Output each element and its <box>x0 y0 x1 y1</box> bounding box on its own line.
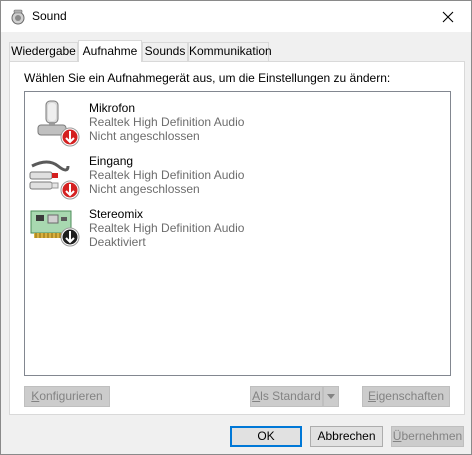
device-status: Nicht angeschlossen <box>89 182 200 196</box>
properties-accel: E <box>367 389 376 403</box>
instruction-text: Wählen Sie ein Aufnahmegerät aus, um die… <box>24 71 391 85</box>
tab-wiedergabe[interactable]: Wiedergabe <box>9 42 78 61</box>
window-title: Sound <box>32 9 67 23</box>
apply-button[interactable]: Übernehmen <box>391 426 464 447</box>
sound-card-icon <box>28 205 80 255</box>
cancel-button[interactable]: Abbrechen <box>310 426 383 447</box>
tab-sounds[interactable]: Sounds <box>142 42 188 61</box>
device-name: Mikrofon <box>89 101 136 115</box>
device-driver: Realtek High Definition Audio <box>89 115 245 129</box>
device-name: Stereomix <box>89 207 144 221</box>
close-button[interactable] <box>425 1 471 32</box>
properties-button[interactable]: Eigenschaften <box>362 386 450 407</box>
device-status: Deaktiviert <box>89 235 146 249</box>
set-default-button[interactable]: Als Standard <box>250 386 323 407</box>
set-default-dropdown[interactable] <box>323 386 339 407</box>
device-item-stereomix[interactable]: Stereomix Realtek High Definition Audio … <box>28 205 328 255</box>
ok-button[interactable]: OK <box>230 426 302 447</box>
line-in-cable-icon <box>28 152 80 202</box>
apply-label: bernehmen <box>401 429 463 443</box>
speaker-icon <box>10 9 26 25</box>
tab-strip: Wiedergabe Aufnahme Sounds Kommunikation <box>9 40 465 62</box>
set-default-accel: A <box>252 389 261 403</box>
device-driver: Realtek High Definition Audio <box>89 168 245 182</box>
device-item-eingang[interactable]: Eingang Realtek High Definition Audio Ni… <box>28 152 328 202</box>
device-status: Nicht angeschlossen <box>89 129 200 143</box>
recording-panel: Wählen Sie ein Aufnahmegerät aus, um die… <box>9 61 465 415</box>
configure-label: onfigurieren <box>39 389 103 403</box>
configure-button[interactable]: Konfigurieren <box>24 386 110 407</box>
microphone-icon <box>28 99 80 149</box>
device-list[interactable]: Mikrofon Realtek High Definition Audio N… <box>24 91 451 376</box>
close-icon <box>442 11 454 22</box>
device-name: Eingang <box>89 154 134 168</box>
tab-kommunikation[interactable]: Kommunikation <box>188 42 272 61</box>
device-driver: Realtek High Definition Audio <box>89 221 245 235</box>
sound-dialog: Sound Wiedergabe Aufnahme Sounds Kommuni… <box>0 0 472 455</box>
properties-label: igenschaften <box>375 389 445 403</box>
title-bar[interactable]: Sound <box>1 1 471 32</box>
chevron-down-icon <box>327 394 335 399</box>
set-default-label: ls Standard <box>260 389 321 403</box>
device-item-mikrofon[interactable]: Mikrofon Realtek High Definition Audio N… <box>28 99 328 149</box>
tab-aufnahme[interactable]: Aufnahme <box>78 40 142 62</box>
